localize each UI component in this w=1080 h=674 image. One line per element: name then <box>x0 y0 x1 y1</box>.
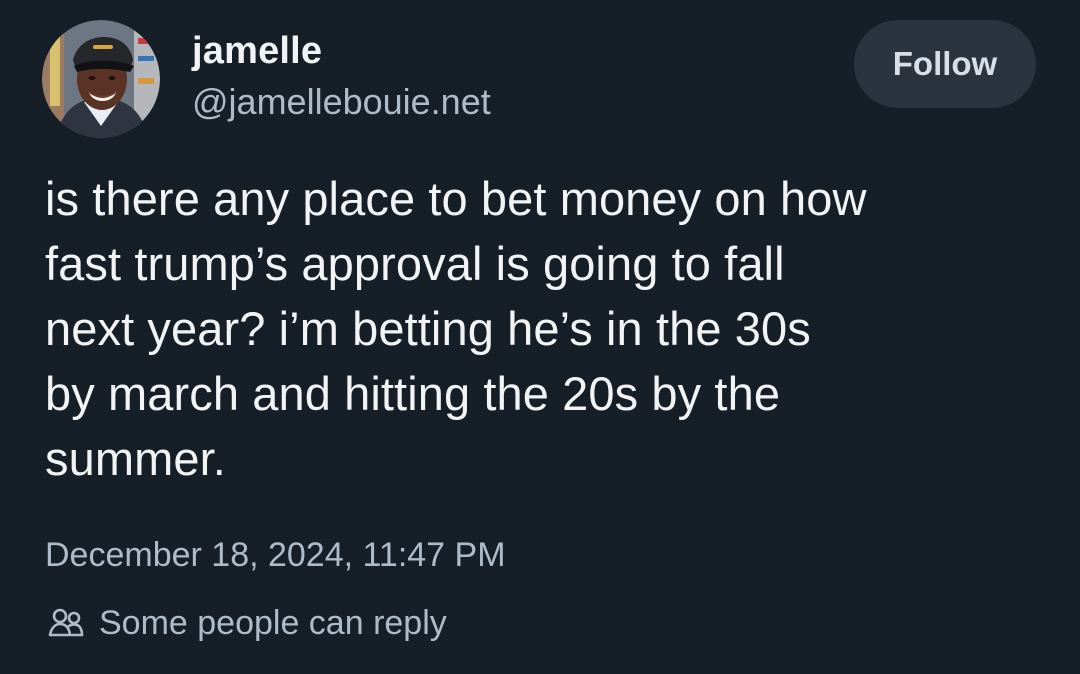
people-icon <box>45 602 87 644</box>
post-card: jamelle @jamellebouie.net Follow is ther… <box>0 0 1080 674</box>
post-timestamp[interactable]: December 18, 2024, 11:47 PM <box>45 532 506 578</box>
avatar[interactable] <box>42 20 160 138</box>
post-header: jamelle @jamellebouie.net Follow <box>42 20 1036 138</box>
author-info[interactable]: jamelle @jamellebouie.net <box>192 28 491 126</box>
reply-setting: Some people can reply <box>45 600 447 646</box>
author-display-name[interactable]: jamelle <box>192 28 491 74</box>
avatar-image <box>42 20 160 138</box>
follow-button[interactable]: Follow <box>854 20 1036 108</box>
author-handle[interactable]: @jamellebouie.net <box>192 78 491 126</box>
reply-setting-label: Some people can reply <box>99 604 447 642</box>
post-text: is there any place to bet money on how f… <box>45 172 867 485</box>
